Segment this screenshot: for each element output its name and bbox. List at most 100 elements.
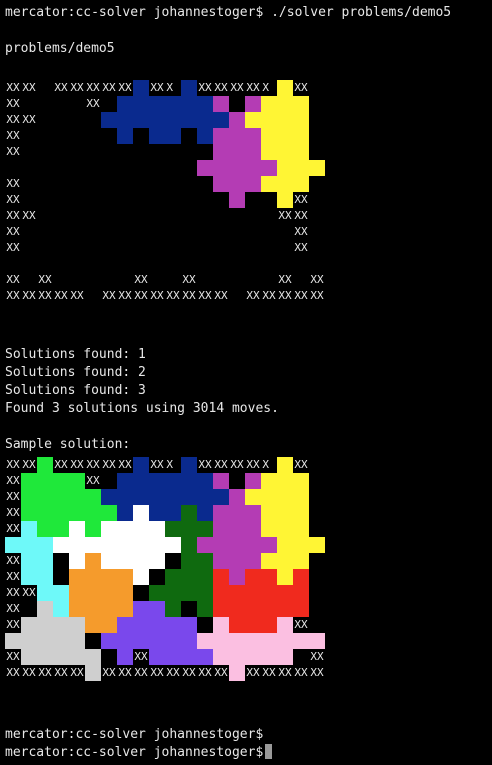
piece-block-purple xyxy=(197,649,213,665)
piece-block-gray xyxy=(53,617,69,633)
piece-block-magenta xyxy=(229,569,245,585)
piece-block-yellow xyxy=(277,128,293,144)
piece-block-darkgreen xyxy=(197,553,213,569)
piece-block-cyan xyxy=(5,537,21,553)
status-line-1: Solutions found: 1 xyxy=(5,347,146,362)
piece-block-cyan xyxy=(53,585,69,601)
piece-block-magenta xyxy=(213,473,229,489)
piece-block-pink xyxy=(261,633,277,649)
piece-block-green xyxy=(69,505,85,521)
piece-block-orange xyxy=(85,585,101,601)
border-cell: XX xyxy=(86,474,100,487)
sample-label: Sample solution: xyxy=(5,437,131,452)
piece-block-magenta xyxy=(229,553,245,569)
piece-block-yellow xyxy=(309,160,325,176)
piece-block-cyan xyxy=(21,521,37,537)
piece-block-purple xyxy=(149,649,165,665)
piece-block-navy xyxy=(181,489,197,505)
piece-block-navy xyxy=(197,128,213,144)
border-cell: XX xyxy=(22,458,36,471)
border-cell: XX xyxy=(134,650,148,663)
border-cell: XX xyxy=(246,458,260,471)
piece-block-white xyxy=(69,553,85,569)
piece-block-purple xyxy=(149,633,165,649)
piece-block-red xyxy=(213,601,229,617)
piece-block-orange xyxy=(85,553,101,569)
border-cell: XX xyxy=(246,81,260,94)
piece-block-red xyxy=(229,585,245,601)
piece-block-white xyxy=(117,537,133,553)
piece-block-magenta xyxy=(245,505,261,521)
piece-block-purple xyxy=(117,633,133,649)
piece-block-red xyxy=(245,601,261,617)
piece-block-magenta xyxy=(213,553,229,569)
piece-block-orange xyxy=(101,617,117,633)
status-line-2: Solutions found: 2 xyxy=(5,365,146,380)
piece-block-purple xyxy=(181,649,197,665)
piece-block-red xyxy=(293,585,309,601)
border-cell: XX xyxy=(6,177,20,190)
piece-block-white xyxy=(117,553,133,569)
piece-block-navy xyxy=(149,112,165,128)
piece-block-navy xyxy=(133,489,149,505)
piece-block-yellow xyxy=(277,457,293,473)
piece-block-magenta xyxy=(261,537,277,553)
piece-block-purple xyxy=(101,633,117,649)
piece-block-navy xyxy=(101,489,117,505)
piece-block-yellow xyxy=(261,176,277,192)
piece-block-darkgreen xyxy=(197,601,213,617)
status-line-3: Solutions found: 3 xyxy=(5,383,146,398)
border-cell: XX xyxy=(38,666,52,679)
terminal-window[interactable]: mercator:cc-solver johannestoger$ ./solv… xyxy=(0,0,492,765)
border-cell: XX xyxy=(6,225,20,238)
piece-block-red xyxy=(293,601,309,617)
border-cell: XX xyxy=(86,81,100,94)
piece-block-white xyxy=(101,553,117,569)
piece-block-navy xyxy=(133,96,149,112)
border-cell: XX xyxy=(6,522,20,535)
piece-block-navy xyxy=(117,473,133,489)
piece-block-navy xyxy=(133,457,149,473)
piece-block-navy xyxy=(165,96,181,112)
piece-block-orange xyxy=(117,569,133,585)
border-cell: XX xyxy=(70,458,84,471)
border-cell: XX xyxy=(182,273,196,286)
piece-block-yellow xyxy=(261,553,277,569)
border-cell: XX xyxy=(6,586,20,599)
piece-block-navy xyxy=(181,96,197,112)
piece-block-yellow xyxy=(293,128,309,144)
piece-block-cyan xyxy=(21,569,37,585)
piece-block-yellow xyxy=(245,489,261,505)
piece-block-pink xyxy=(293,633,309,649)
piece-block-red xyxy=(261,585,277,601)
piece-block-purple xyxy=(117,617,133,633)
prompt-line-2[interactable]: mercator:cc-solver johannestoger$ xyxy=(5,744,273,762)
border-cell: XX xyxy=(70,289,84,302)
piece-block-purple xyxy=(149,601,165,617)
problem-name: problems/demo5 xyxy=(5,41,115,56)
piece-block-white xyxy=(69,537,85,553)
piece-block-white xyxy=(133,505,149,521)
piece-block-yellow xyxy=(261,489,277,505)
piece-block-magenta xyxy=(245,473,261,489)
piece-block-gray xyxy=(85,649,101,665)
piece-block-red xyxy=(229,617,245,633)
piece-block-white xyxy=(133,569,149,585)
piece-block-white xyxy=(133,553,149,569)
border-cell: XX xyxy=(294,209,308,222)
piece-block-yellow xyxy=(293,144,309,160)
piece-block-pink xyxy=(261,649,277,665)
piece-block-white xyxy=(69,521,85,537)
piece-block-navy xyxy=(117,96,133,112)
piece-block-green xyxy=(53,473,69,489)
border-cell: XX xyxy=(182,289,196,302)
piece-block-magenta xyxy=(229,112,245,128)
piece-block-magenta xyxy=(245,144,261,160)
piece-block-navy xyxy=(149,96,165,112)
piece-block-pink xyxy=(277,617,293,633)
piece-block-yellow xyxy=(261,96,277,112)
piece-block-magenta xyxy=(213,128,229,144)
piece-block-green xyxy=(37,505,53,521)
piece-block-darkgreen xyxy=(165,521,181,537)
piece-block-gray xyxy=(21,633,37,649)
